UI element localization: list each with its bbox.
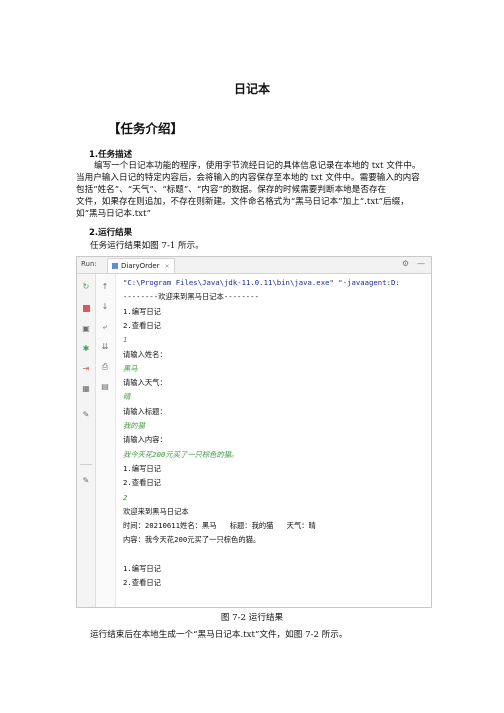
down-arrow-icon[interactable]: ↓ (100, 302, 110, 312)
console-line: 请输入标题： (123, 406, 167, 416)
console-line: 2.查看日记 (123, 320, 161, 330)
camera-icon[interactable]: ▣ (81, 324, 91, 334)
console-line: 请输入姓名： (123, 349, 167, 359)
close-tab-icon[interactable]: × (165, 263, 170, 270)
description-line: 包括“姓名”、“天气”、“标题”、“内容”的数据。保存的时候需要判断本地是否存在 (76, 185, 387, 195)
console-line: 内容：我今天花200元买了一只棕色的猫。 (123, 535, 261, 545)
up-arrow-icon[interactable]: ↑ (100, 282, 110, 292)
trash-icon[interactable]: ▤ (100, 382, 110, 392)
console-line: 2.查看日记 (123, 578, 161, 588)
subsection-heading-result: 2.运行结果 (89, 228, 133, 238)
ide-run-window: Run: DiaryOrder × ⚙ — ↻ ▣ ✱ ⇥ ▦ ✎ ✎ ↑ ↓ … (76, 256, 432, 608)
rerun-icon[interactable]: ↻ (81, 282, 91, 292)
tab-diary-order[interactable]: DiaryOrder × (107, 258, 175, 273)
console-line: 我的猫 (123, 421, 145, 430)
console-line: 欢迎来到黑马日记本 (123, 506, 189, 516)
figure-caption: 图 7-2 运行结果 (220, 613, 284, 623)
subsection-heading-description: 1.任务描述 (89, 150, 133, 160)
description-line: 编写一个日记本功能的程序，使用字节流经日记的具体信息记录在本地的 txt 文件中… (94, 161, 421, 171)
console-line: 1 (123, 335, 128, 345)
login-icon[interactable]: ⇥ (81, 364, 91, 374)
console-line: 时间：20210611姓名：黑马 标题：我的猫 天气：晴 (123, 521, 316, 531)
after-run-text: 运行结束后在本地生成一个“黑马日记本.txt”文件，如图 7-2 所示。 (90, 630, 348, 640)
java-class-icon (112, 263, 118, 269)
run-intro-text: 任务运行结果如图 7-1 所示。 (90, 241, 204, 251)
minimize-icon[interactable]: — (417, 259, 425, 268)
console-line: 我今天花200元买了一只棕色的猫。 (123, 449, 239, 459)
document-title: 日记本 (233, 82, 270, 96)
console-line: --------欢迎来到黑马日记本-------- (123, 292, 259, 302)
console-line: "C:\Program Files\Java\jdk-11.0.11\bin\j… (123, 278, 400, 287)
console-line: 2 (123, 492, 128, 502)
tab-label: DiaryOrder (121, 262, 160, 270)
console-line: 1.编写日记 (123, 564, 161, 573)
console-output[interactable]: "C:\Program Files\Java\jdk-11.0.11\bin\j… (123, 274, 431, 607)
console-line: 2.查看日记 (123, 478, 161, 488)
soft-wrap-icon[interactable]: ⤶ (100, 322, 110, 332)
run-side-toolbar: ↻ ▣ ✱ ⇥ ▦ ✎ ✎ (77, 274, 96, 607)
console-line: 1.编写日记 (123, 306, 161, 316)
toolbar-divider (80, 464, 92, 465)
console-line: 黑马 (123, 363, 138, 373)
description-line: 文件，如果存在则追加，不存在则新建。文件命名格式为“黑马日记本”加上“.txt”… (76, 197, 409, 207)
console-side-toolbar: ↑ ↓ ⤶ ⇊ ⎙ ▤ (96, 274, 116, 607)
section-heading: 【任务介绍】 (108, 121, 184, 136)
gear-icon[interactable]: ⚙ (402, 259, 409, 268)
stop-icon[interactable] (83, 305, 90, 312)
description-line: 当用户输入日记的特定内容后，会将输入的内容保存至本地的 txt 文件中。需要输入… (76, 173, 420, 183)
scroll-end-icon[interactable]: ⇊ (100, 342, 110, 352)
console-line: 晴 (123, 392, 131, 402)
console-line: 1.编写日记 (123, 463, 161, 473)
run-toolbar-header: Run: DiaryOrder × ⚙ — (77, 257, 431, 274)
description-line: 如“黑马日记本.txt” (76, 209, 151, 219)
console-line: 请输入天气： (123, 378, 167, 388)
print-icon[interactable]: ⎙ (100, 362, 110, 372)
run-label: Run: (81, 260, 97, 268)
debug-icon[interactable]: ✱ (81, 344, 91, 354)
description-paragraph: 编写一个日记本功能的程序，使用字节流经日记的具体信息记录在本地的 txt 文件中… (76, 160, 436, 220)
pin-icon[interactable]: ✎ (81, 410, 91, 420)
pin2-icon[interactable]: ✎ (81, 476, 91, 486)
layout-icon[interactable]: ▦ (81, 384, 91, 394)
console-line: 请输入内容： (123, 435, 167, 445)
